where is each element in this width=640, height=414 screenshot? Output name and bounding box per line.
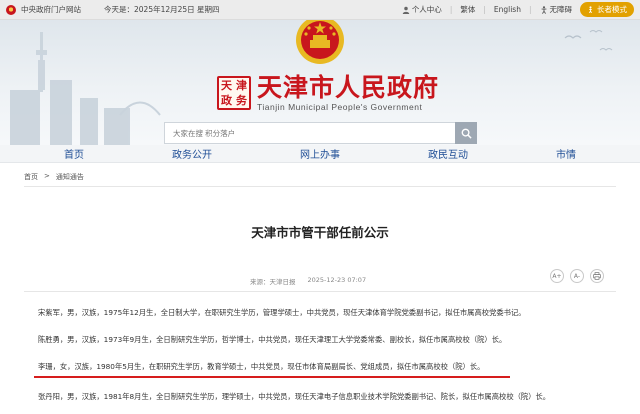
elder-mode-button[interactable]: 长者模式 — [580, 2, 634, 17]
site-name: 天津市人民政府 — [257, 73, 440, 102]
article-tools: A+ A- — [550, 269, 604, 283]
divider — [24, 186, 616, 187]
nav-item-government-affairs[interactable]: 政务公开 — [172, 146, 212, 161]
article-date: 2025-12-23 07:07 — [307, 276, 367, 284]
nav-item-city-info[interactable]: 市情 — [556, 146, 576, 161]
site-name-group: 天津市人民政府 Tianjin Municipal People's Gover… — [257, 73, 440, 113]
birds-decoration — [564, 30, 613, 51]
search-button[interactable] — [455, 122, 477, 144]
seal-char: 政 — [221, 94, 232, 107]
elder-mode-label: 长者模式 — [597, 5, 627, 14]
breadcrumb-home[interactable]: 首页 — [24, 172, 38, 182]
main-nav: 首页 政务公开 网上办事 政民互动 市情 — [0, 145, 640, 163]
top-utility-bar: 中央政府门户网站 今天是：2025年12月25日 星期四 个人中心 | 繁体 |… — [0, 0, 640, 20]
divider: | — [483, 5, 486, 14]
city-skyline-decoration — [10, 32, 161, 145]
nav-item-home[interactable]: 首页 — [64, 146, 84, 161]
nav-item-interaction[interactable]: 政民互动 — [428, 146, 468, 161]
national-emblem-small-icon — [6, 4, 16, 15]
tianjin-seal-logo: 天 津 政 务 — [217, 76, 251, 110]
article-meta: 来源：天津日报 2025-12-23 07:07 — [250, 276, 366, 286]
site-logo[interactable]: 天 津 政 务 天津市人民政府 Tianjin Municipal People… — [217, 74, 439, 112]
personal-center-link[interactable]: 个人中心 — [402, 4, 442, 15]
top-left-group: 中央政府门户网站 今天是：2025年12月25日 星期四 — [6, 4, 220, 15]
top-right-group: 个人中心 | 繁体 | English | 无障碍 长者模式 — [402, 2, 634, 17]
divider — [24, 291, 616, 292]
seal-char: 务 — [236, 94, 247, 107]
article-paragraph: 陈胜勇，男，汉族，1973年9月生，全日制研究生学历，哲学博士，中共党员，现任天… — [38, 335, 507, 344]
traditional-chinese-link[interactable]: 繁体 — [460, 4, 475, 15]
print-button[interactable] — [590, 269, 604, 283]
article-title: 天津市市管干部任前公示 — [251, 225, 389, 240]
breadcrumb-separator: > — [44, 172, 50, 180]
divider: | — [449, 5, 453, 14]
accessibility-link[interactable]: 无障碍 — [540, 4, 573, 15]
search-input[interactable] — [164, 122, 455, 144]
personal-center-label: 个人中心 — [411, 5, 442, 14]
user-icon — [402, 6, 410, 14]
article-paragraph: 张丹阳，男，汉族，1981年8月生，全日制研究生学历，理学硕士，中共党员，现任天… — [38, 392, 551, 401]
divider: | — [528, 5, 532, 14]
seal-char: 天 — [221, 79, 232, 92]
font-increase-button[interactable]: A+ — [550, 269, 564, 283]
font-decrease-button[interactable]: A- — [570, 269, 584, 283]
search-bar — [164, 122, 477, 144]
accessibility-label: 无障碍 — [549, 5, 573, 14]
today-date: 今天是：2025年12月25日 星期四 — [104, 5, 220, 14]
site-name-english: Tianjin Municipal People's Government — [257, 102, 423, 112]
central-portal-link[interactable]: 中央政府门户网站 — [21, 4, 81, 15]
english-link[interactable]: English — [494, 5, 521, 14]
search-icon — [461, 128, 472, 139]
nav-item-online-services[interactable]: 网上办事 — [300, 146, 340, 161]
accessibility-icon — [541, 5, 546, 14]
print-icon — [593, 272, 601, 280]
article-paragraph: 宋紫军，男，汉族，1975年12月生，全日制大学，在职研究生学历，管理学硕士，中… — [38, 308, 526, 317]
breadcrumb: 首页 > 通知通告 — [24, 172, 84, 182]
seal-char: 津 — [236, 79, 247, 92]
site-header: 天 津 政 务 天津市人民政府 Tianjin Municipal People… — [0, 20, 640, 145]
breadcrumb-current[interactable]: 通知通告 — [56, 172, 84, 182]
elder-icon — [589, 6, 592, 13]
article-paragraph-highlighted: 李珊，女，汉族，1980年5月生，在职研究生学历，教育学硕士，中共党员，现任市体… — [38, 362, 485, 371]
article-source: 来源：天津日报 — [250, 278, 296, 286]
highlight-underline — [34, 376, 510, 378]
national-emblem-icon — [296, 20, 344, 64]
